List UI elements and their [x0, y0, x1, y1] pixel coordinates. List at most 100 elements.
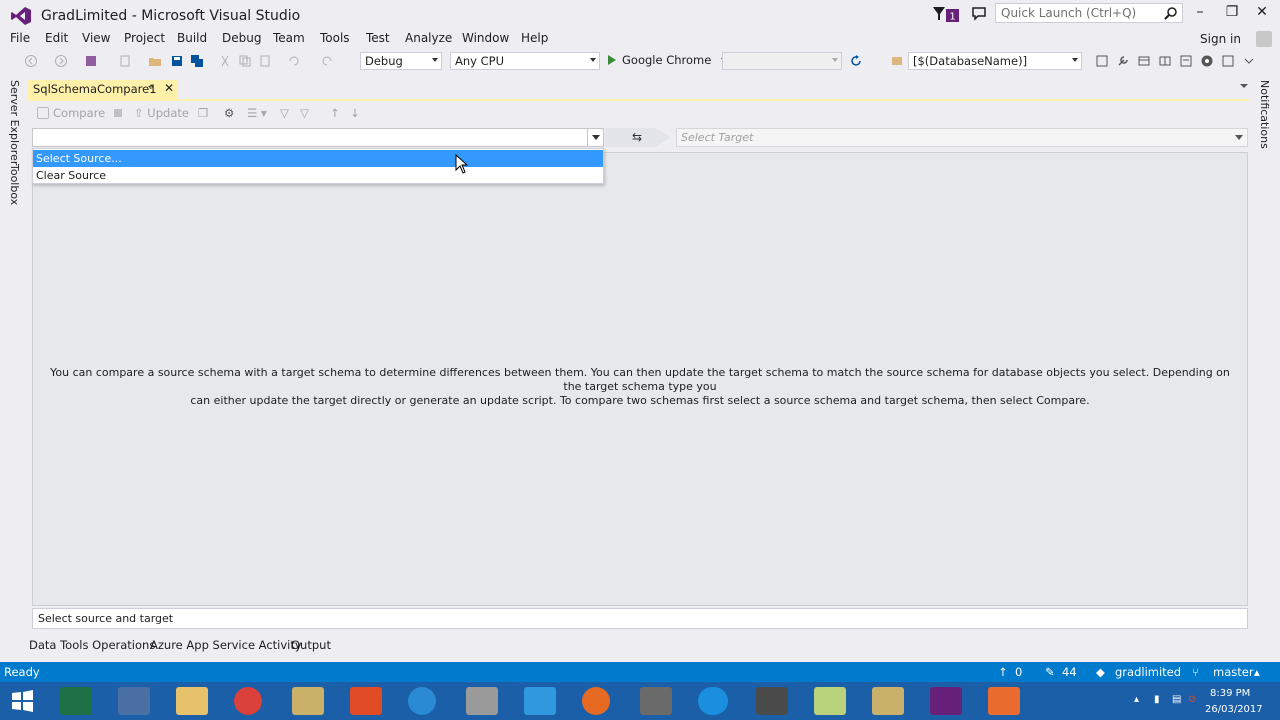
- network-icon[interactable]: ▤: [1172, 694, 1181, 705]
- unpushed-count[interactable]: 0: [1015, 665, 1022, 679]
- previous-change-button[interactable]: ↑: [330, 106, 340, 120]
- filter-button[interactable]: ▽: [280, 106, 289, 120]
- pin-icon[interactable]: ⌖: [148, 82, 154, 93]
- branch-name[interactable]: master: [1213, 665, 1254, 679]
- source-dropdown-button[interactable]: [587, 129, 603, 146]
- tab-output[interactable]: Output: [291, 638, 331, 652]
- remote-desktop-icon[interactable]: [118, 687, 150, 715]
- volume-muted-icon[interactable]: ⊘: [1188, 694, 1196, 705]
- swap-source-target-icon[interactable]: ⇆: [632, 130, 642, 144]
- tab-sql-schema-compare[interactable]: SqlSchemaCompare1 ⌖ ✕: [28, 80, 178, 99]
- tab-overflow-icon[interactable]: [1240, 84, 1248, 88]
- undo-icon[interactable]: [287, 54, 301, 68]
- empty-toolbar-select[interactable]: [722, 52, 842, 70]
- arrow-up-icon[interactable]: ↑: [998, 665, 1008, 679]
- notifications-tab[interactable]: Notifications: [1258, 80, 1271, 149]
- menu-edit[interactable]: Edit: [45, 31, 68, 45]
- folder-icon[interactable]: [814, 687, 846, 715]
- target-select[interactable]: Select Target: [676, 128, 1248, 147]
- server-explorer-tab[interactable]: Server Explorer: [8, 80, 21, 165]
- upload-app-icon[interactable]: [524, 687, 556, 715]
- close-tab-icon[interactable]: ✕: [164, 81, 174, 95]
- close-window-button[interactable]: ✕: [1250, 4, 1274, 24]
- teamviewer-icon[interactable]: [698, 687, 728, 715]
- screen-recorder-icon[interactable]: [988, 687, 1020, 715]
- menu-window[interactable]: Window: [462, 31, 509, 45]
- tray-chevron-up-icon[interactable]: ▴: [1134, 694, 1139, 705]
- chevron-up-icon[interactable]: ▴: [1254, 665, 1260, 679]
- repository-name[interactable]: gradlimited: [1115, 665, 1181, 679]
- menu-project[interactable]: Project: [124, 31, 165, 45]
- solution-icon[interactable]: [84, 54, 98, 68]
- menu-view[interactable]: View: [82, 31, 110, 45]
- restore-button[interactable]: ❐: [1220, 4, 1244, 24]
- cut-icon[interactable]: [218, 54, 232, 68]
- toolbar-overflow-icon[interactable]: [1242, 54, 1256, 68]
- source-select[interactable]: [32, 128, 604, 147]
- group-results-button[interactable]: ☰ ▾: [247, 106, 267, 120]
- filezilla-icon[interactable]: [350, 687, 382, 715]
- forward-icon[interactable]: [54, 54, 68, 68]
- internet-explorer-icon[interactable]: [408, 687, 436, 715]
- menu-debug[interactable]: Debug: [222, 31, 261, 45]
- start-windows-icon[interactable]: [6, 687, 38, 715]
- firefox-icon[interactable]: [582, 687, 610, 715]
- menu-analyze[interactable]: Analyze: [405, 31, 452, 45]
- notifications-filter-icon[interactable]: 1: [931, 5, 961, 23]
- save-icon[interactable]: [170, 54, 184, 68]
- menu-tools[interactable]: Tools: [320, 31, 350, 45]
- save-all-icon[interactable]: [190, 54, 204, 68]
- menu-build[interactable]: Build: [177, 31, 207, 45]
- new-project-icon[interactable]: [118, 54, 132, 68]
- next-change-button[interactable]: ↓: [350, 106, 360, 120]
- menu-file[interactable]: File: [10, 31, 30, 45]
- menu-help[interactable]: Help: [521, 31, 548, 45]
- start-debugging-button[interactable]: Google Chrome: [608, 53, 727, 67]
- minimize-button[interactable]: –: [1188, 4, 1212, 24]
- pencil-icon[interactable]: ✎: [1045, 665, 1055, 679]
- open-file-icon[interactable]: [148, 54, 162, 68]
- wrench-icon[interactable]: [1116, 54, 1130, 68]
- chrome-icon[interactable]: [234, 687, 262, 715]
- clock-date[interactable]: 26/03/2017: [1205, 704, 1263, 715]
- stop-button[interactable]: [114, 106, 122, 120]
- filter-clear-button[interactable]: ▽: [300, 106, 309, 120]
- battery-icon[interactable]: ▮: [1154, 694, 1160, 705]
- solution-platform-select[interactable]: Any CPU: [450, 52, 600, 70]
- table-icon[interactable]: [1137, 54, 1151, 68]
- query-icon[interactable]: [1179, 54, 1193, 68]
- tools-app-icon[interactable]: [292, 687, 324, 715]
- menu-item-select-source[interactable]: Select Source...: [33, 150, 603, 167]
- excel-icon[interactable]: [60, 687, 92, 715]
- settings-icon[interactable]: [1221, 54, 1235, 68]
- grid-icon[interactable]: [1158, 54, 1172, 68]
- schema-compare-icon[interactable]: [1095, 54, 1109, 68]
- toolbox-tab[interactable]: Toolbox: [8, 164, 21, 205]
- visual-studio-icon[interactable]: [930, 687, 962, 715]
- tab-data-tools-operations[interactable]: Data Tools Operations: [29, 638, 155, 652]
- options-button[interactable]: ⚙: [224, 106, 234, 120]
- menu-team[interactable]: Team: [273, 31, 305, 45]
- sublime-text-icon[interactable]: [756, 687, 788, 715]
- solution-configuration-select[interactable]: Debug: [360, 52, 442, 70]
- paint-icon[interactable]: [466, 687, 498, 715]
- database-select[interactable]: [$(DatabaseName)]: [908, 52, 1082, 70]
- clock-time[interactable]: 8:39 PM: [1210, 688, 1250, 699]
- file-explorer-icon[interactable]: [176, 687, 208, 715]
- sign-in-link[interactable]: Sign in: [1200, 32, 1241, 46]
- notepad-icon[interactable]: [640, 687, 672, 715]
- pending-changes-count[interactable]: 44: [1062, 665, 1077, 679]
- account-icon[interactable]: [1256, 31, 1272, 47]
- tab-azure-app-service-activity[interactable]: Azure App Service Activity: [150, 638, 302, 652]
- chrome-browser-icon[interactable]: [1200, 54, 1214, 68]
- tools-app-2-icon[interactable]: [872, 687, 904, 715]
- quick-launch-input[interactable]: Quick Launch (Ctrl+Q): [995, 3, 1183, 23]
- compare-button[interactable]: Compare: [37, 106, 105, 120]
- menu-item-clear-source[interactable]: Clear Source: [33, 167, 603, 184]
- database-connection-icon[interactable]: [890, 54, 904, 68]
- copy-icon[interactable]: [238, 54, 252, 68]
- feedback-icon[interactable]: [971, 6, 989, 22]
- refresh-icon[interactable]: [849, 54, 863, 68]
- back-icon[interactable]: [24, 54, 38, 68]
- generate-script-button[interactable]: ❐: [198, 106, 208, 120]
